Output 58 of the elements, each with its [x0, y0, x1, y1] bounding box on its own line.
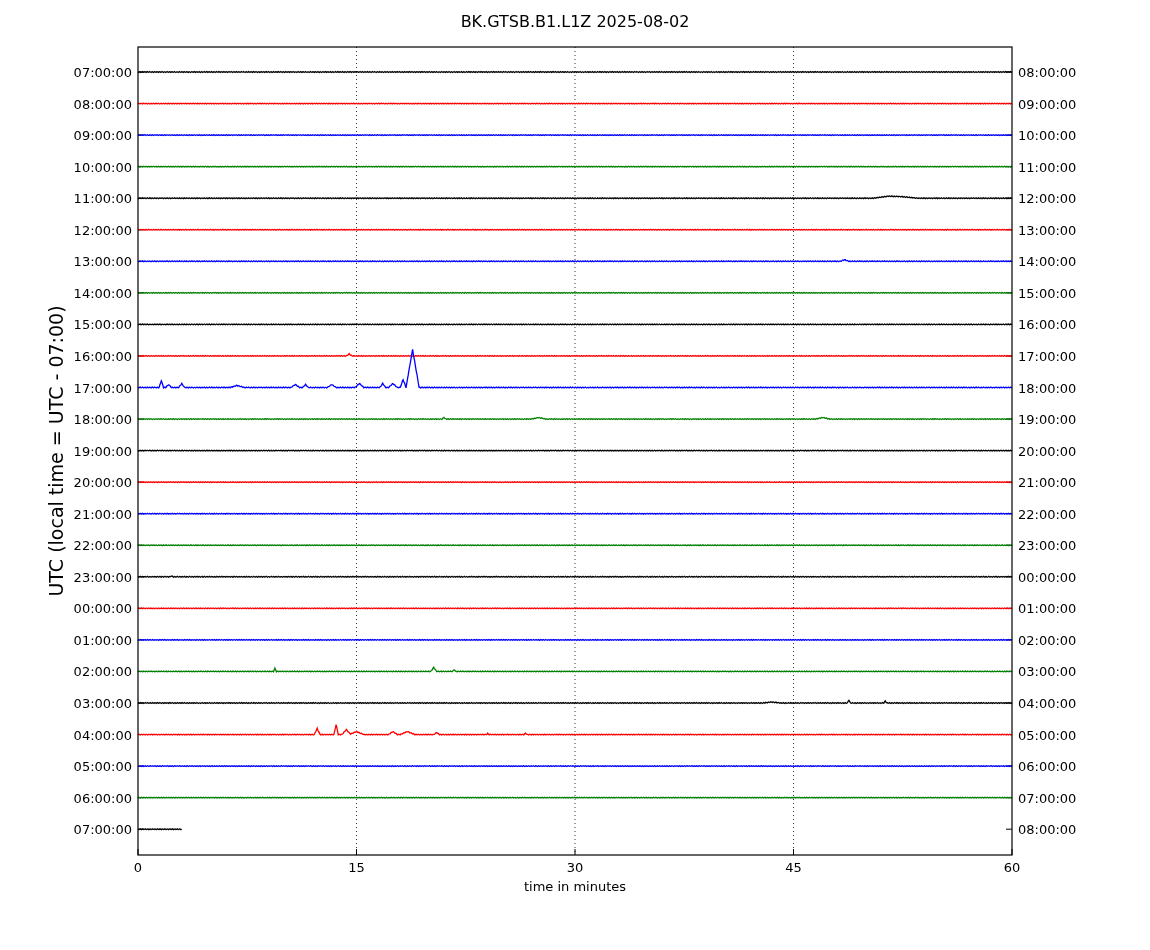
time-label: 00:00:00	[1018, 569, 1077, 585]
time-label: 17:00:00	[73, 380, 132, 396]
chart-title: BK.GTSB.B1.L1Z 2025-08-02	[460, 12, 690, 31]
time-label: 22:00:00	[1018, 506, 1077, 522]
y-axis-label: UTC (local time = UTC - 07:00)	[45, 305, 67, 597]
time-label: 00:00:00	[73, 601, 132, 617]
time-label: 04:00:00	[1018, 696, 1077, 711]
time-label: 23:00:00	[1018, 538, 1077, 554]
time-label: 19:00:00	[1018, 412, 1077, 428]
time-label: 09:00:00	[73, 128, 132, 144]
time-label: 21:00:00	[73, 506, 132, 522]
time-label: 10:00:00	[1018, 128, 1077, 144]
time-label: 02:00:00	[1018, 632, 1077, 648]
time-label: 09:00:00	[1018, 96, 1077, 112]
time-label: 07:00:00	[73, 822, 132, 838]
time-label: 17:00:00	[1018, 348, 1077, 364]
time-label: 12:00:00	[1018, 191, 1077, 207]
time-label: 22:00:00	[73, 538, 132, 554]
time-label: 03:00:00	[73, 696, 132, 711]
time-label: 13:00:00	[1018, 222, 1077, 238]
time-label: 07:00:00	[73, 65, 132, 80]
time-label: 20:00:00	[1018, 443, 1077, 459]
time-label: 16:00:00	[73, 348, 132, 364]
tick-label: 0	[133, 860, 143, 875]
tick-label: 15	[348, 860, 365, 875]
time-label: 05:00:00	[1018, 727, 1077, 743]
time-label: 10:00:00	[73, 159, 132, 175]
x-axis-label: time in minutes	[523, 879, 627, 894]
time-label: 11:00:00	[73, 191, 132, 207]
time-label: 13:00:00	[73, 254, 132, 270]
time-label: 12:00:00	[73, 222, 132, 238]
time-label: 01:00:00	[73, 632, 132, 648]
time-label: 23:00:00	[73, 569, 132, 585]
time-label: 14:00:00	[73, 285, 132, 301]
time-label: 08:00:00	[1018, 822, 1077, 838]
time-label: 06:00:00	[73, 790, 132, 806]
time-label: 08:00:00	[73, 96, 132, 112]
tick-label: 45	[785, 860, 802, 875]
time-label: 05:00:00	[73, 759, 132, 775]
time-label: 16:00:00	[1018, 317, 1077, 333]
time-label: 19:00:00	[73, 443, 132, 459]
time-label: 02:00:00	[73, 664, 132, 680]
time-label: 01:00:00	[1018, 601, 1077, 617]
time-label: 07:00:00	[1018, 790, 1077, 806]
time-label: 15:00:00	[73, 317, 132, 333]
time-label: 11:00:00	[1018, 159, 1077, 175]
time-label: 20:00:00	[73, 475, 132, 491]
time-label: 04:00:00	[73, 727, 132, 743]
tick-label: 30	[566, 860, 584, 875]
tick-label: 60	[1003, 860, 1021, 875]
time-label: 14:00:00	[1018, 254, 1077, 270]
time-label: 18:00:00	[1018, 380, 1077, 396]
time-label: 06:00:00	[1018, 759, 1077, 775]
time-label: 15:00:00	[1018, 285, 1077, 301]
time-label: 21:00:00	[1018, 475, 1077, 491]
time-label: 08:00:00	[1018, 65, 1077, 80]
time-label: 18:00:00	[73, 412, 132, 428]
time-label: 03:00:00	[1018, 664, 1077, 680]
